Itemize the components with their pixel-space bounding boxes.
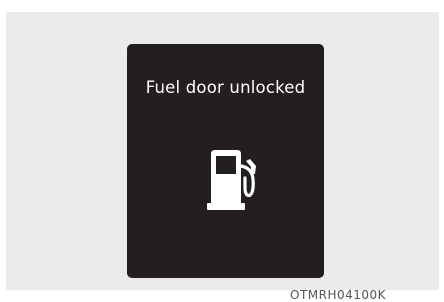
figure-reference-code: OTMRH04100K bbox=[290, 288, 387, 302]
fuel-door-message: Fuel door unlocked bbox=[145, 78, 306, 97]
cluster-display: Fuel door unlocked bbox=[127, 44, 324, 278]
fuel-pump-icon bbox=[207, 150, 256, 210]
